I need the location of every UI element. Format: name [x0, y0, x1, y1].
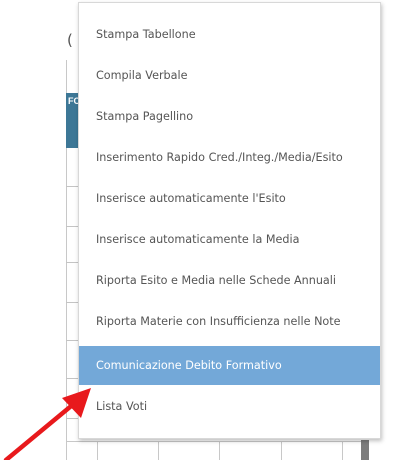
background-row-line — [66, 226, 78, 227]
menu-item-stampa-pagellino[interactable]: Stampa Pagellino — [79, 97, 380, 136]
background-row-line — [66, 340, 78, 341]
menu-item-inserisce-esito[interactable]: Inserisce automaticamente l'Esito — [79, 179, 380, 218]
background-partial-text: ( — [67, 31, 73, 49]
menu-item-stampa-tabellone[interactable]: Stampa Tabellone — [79, 15, 380, 54]
background-table-column — [219, 441, 220, 460]
menu-item-comunicazione-debito[interactable]: Comunicazione Debito Formativo — [79, 346, 380, 385]
menu-item-riporta-esito-media[interactable]: Riporta Esito e Media nelle Schede Annua… — [79, 261, 380, 300]
background-row-line — [66, 186, 78, 187]
dropdown-menu: Stampa Tabellone Compila Verbale Stampa … — [78, 2, 381, 439]
background-table-column — [281, 441, 282, 460]
background-table-line — [66, 441, 361, 442]
background-row-line — [66, 418, 78, 419]
background-scrollbar — [361, 440, 369, 460]
background-table-column — [97, 441, 98, 460]
menu-item-compila-verbale[interactable]: Compila Verbale — [79, 56, 380, 95]
menu-item-inserimento-rapido[interactable]: Inserimento Rapido Cred./Integ./Media/Es… — [79, 138, 380, 177]
menu-item-inserisce-media[interactable]: Inserisce automaticamente la Media — [79, 220, 380, 259]
menu-item-lista-voti[interactable]: Lista Voti — [79, 387, 380, 426]
background-row-line — [66, 262, 78, 263]
background-table-column — [158, 441, 159, 460]
background-table-column — [342, 441, 343, 460]
background-row-line — [66, 302, 78, 303]
menu-item-riporta-materie[interactable]: Riporta Materie con Insufficienza nelle … — [79, 302, 380, 341]
background-row-line — [66, 378, 78, 379]
